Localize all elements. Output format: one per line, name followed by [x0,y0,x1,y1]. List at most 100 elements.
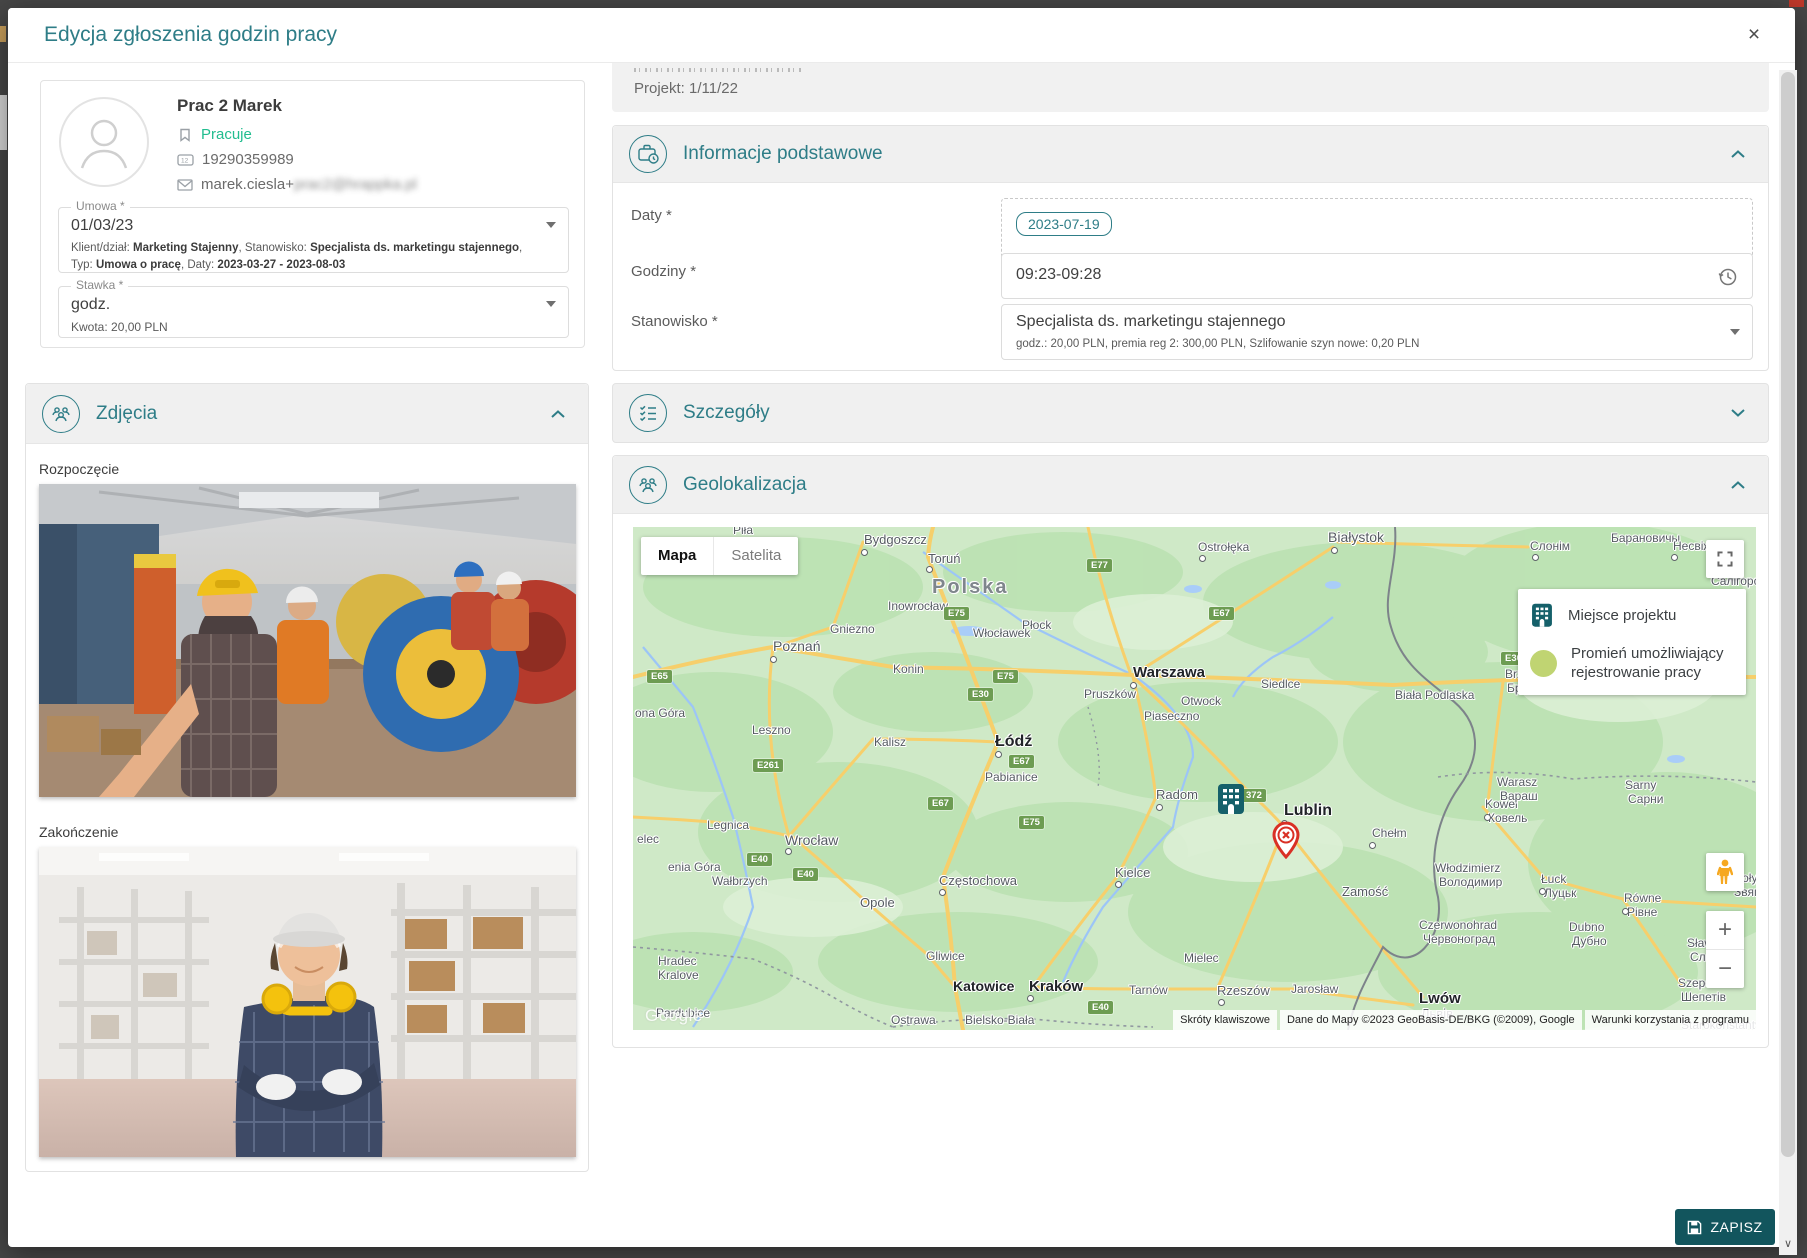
legend-row-radius: Promień umożliwiający rejestrowanie prac… [1530,645,1734,683]
zoom-in-button[interactable]: + [1706,911,1744,950]
legend-radius-label: Promień umożliwiający rejestrowanie prac… [1571,645,1734,683]
map-city-label: Kielce [1115,866,1150,879]
photos-section-header[interactable]: Zdjęcia [26,384,588,444]
map-canvas[interactable]: PiłaBydgoszczToruńOstrołękaBiałystokСлон… [633,527,1756,1030]
zoom-out-button[interactable]: − [1706,950,1744,988]
map-legend: Miejsce projektu Promień umożliwiający r… [1518,589,1746,695]
close-icon[interactable]: × [1741,22,1767,48]
map-city-dot [926,566,933,573]
route-shield: E75 [993,670,1018,683]
map-city-label: Płock [1022,619,1051,631]
location-pin-icon[interactable] [1271,821,1301,859]
route-shield: E40 [1088,1001,1113,1014]
map-city-label: Rzeszów [1217,984,1270,997]
godziny-input[interactable]: 09:23-09:28 [1001,253,1753,299]
map-city-label: Вараш [1500,790,1538,802]
map-city-dot [939,889,946,896]
map-city-label: Biała Podlaska [1395,689,1474,701]
end-photo-label: Zakończenie [39,824,118,840]
start-photo[interactable] [39,484,576,797]
map-city-dot [1199,555,1206,562]
stawka-label: Stawka * [71,278,128,292]
fullscreen-icon [1716,550,1734,568]
chevron-down-icon [1730,408,1746,418]
project-label: Projekt: 1/11/22 [634,80,738,97]
map-type-mapa-button[interactable]: Mapa [641,537,713,575]
map-attribution: Skróty klawiszowe Dane do Mapy ©2023 Geo… [1173,1010,1756,1030]
map-city-label: Червоноград [1423,933,1495,945]
edit-work-hours-modal: Edycja zgłoszenia godzin pracy × Prac 2 … [8,8,1795,1247]
umowa-value: 01/03/23 [71,217,133,235]
map-city-label: Włodzimierz [1435,862,1500,874]
worker-email: marek.ciesla+prac2@hrappka.pl [201,176,417,193]
map-city-dot [1671,554,1678,561]
history-clock-icon[interactable] [1717,266,1738,287]
map-city-label: Wałbrzych [712,875,768,887]
svg-text:12: 12 [181,157,189,164]
worker-phone: 19290359989 [202,151,294,168]
stanowisko-select[interactable]: Specjalista ds. marketingu stajennego go… [1001,304,1753,360]
route-shield: E75 [944,607,969,620]
map-city-dot [995,751,1002,758]
map-city-label: Leszno [752,724,791,736]
worker-phone-row: 12 19290359989 [177,151,294,168]
map-city-label: Warasz [1497,776,1537,788]
terms-link[interactable]: Warunki korzystania z programu [1585,1010,1756,1030]
map-city-label: Рівне [1627,906,1657,918]
map-city-dot [1539,888,1546,895]
map-city-label: Toruń [928,552,961,565]
map-city-dot [1532,554,1539,561]
date-chip[interactable]: 2023-07-19 [1016,212,1112,236]
map-city-label: Gniezno [830,623,875,635]
chevron-up-icon [1730,480,1746,490]
route-shield: E67 [928,797,953,810]
map-city-label: Warszawa [1133,665,1205,680]
keyboard-shortcuts-link[interactable]: Skróty klawiszowe [1173,1010,1277,1030]
map-city-label: Otwock [1181,695,1221,707]
godziny-value: 09:23-09:28 [1016,266,1101,284]
map-city-label: Шепетів [1681,991,1726,1003]
stawka-select[interactable]: Stawka * godz. Kwota: 20,00 PLN [58,286,569,338]
map-city-label: Bydgoszcz [864,533,927,546]
chevron-down-icon [546,222,556,228]
details-section-header[interactable]: Szczegóły [613,384,1768,442]
scrollbar-thumb[interactable] [1781,72,1795,1157]
umowa-select[interactable]: Umowa * 01/03/23 Klient/dział: Marketing… [58,207,569,273]
map-city-label: Opole [860,896,895,909]
map-city-dot [770,656,777,663]
map-city-label: Równe [1624,892,1661,904]
project-building-marker[interactable] [1216,783,1246,817]
zoom-control: + − [1706,911,1744,988]
daty-field[interactable]: 2023-07-19 [1001,198,1753,260]
map-city-label: Pabianice [985,771,1038,783]
map-city-dot [1331,547,1338,554]
legend-project-label: Miejsce projektu [1568,607,1676,626]
scrollbar-down-arrow[interactable]: ∨ [1779,1233,1797,1255]
map-city-label: Chełm [1372,827,1407,839]
scrollbar-track[interactable] [1779,70,1797,1233]
map-city-label: Poznań [773,639,820,653]
map-city-label: Hradec [658,955,697,967]
map-city-label: Tarnów [1129,984,1168,996]
map-city-label: elec [637,833,659,845]
map-type-satelita-button[interactable]: Satelita [713,537,798,575]
worker-status: Pracuje [201,126,252,143]
basic-info-panel: Informacje podstawowe Daty * 2023-07-19 … [612,125,1769,371]
google-logo: Google [645,1006,703,1026]
pegman-button[interactable] [1706,853,1744,891]
basic-info-section-header[interactable]: Informacje podstawowe [613,126,1768,183]
map-city-dot [861,549,868,556]
stanowisko-value: Specjalista ds. marketingu stajennego [1016,313,1286,331]
map-city-label: Łuck [1541,873,1566,885]
end-photo[interactable] [39,847,576,1157]
map-city-label: Legnica [707,819,749,831]
fullscreen-button[interactable] [1706,540,1744,578]
map-city-label: Czerwonohrad [1419,919,1497,931]
geolocation-section-header[interactable]: Geolokalizacja [613,456,1768,514]
map-city-label: Mielec [1184,952,1219,964]
daty-label: Daty * [631,207,672,224]
map-city-label: Луцьк [1544,887,1576,899]
save-button[interactable]: ZAPISZ [1675,1209,1775,1245]
save-button-label: ZAPISZ [1710,1219,1762,1235]
map-city-label: Gliwice [926,950,965,962]
